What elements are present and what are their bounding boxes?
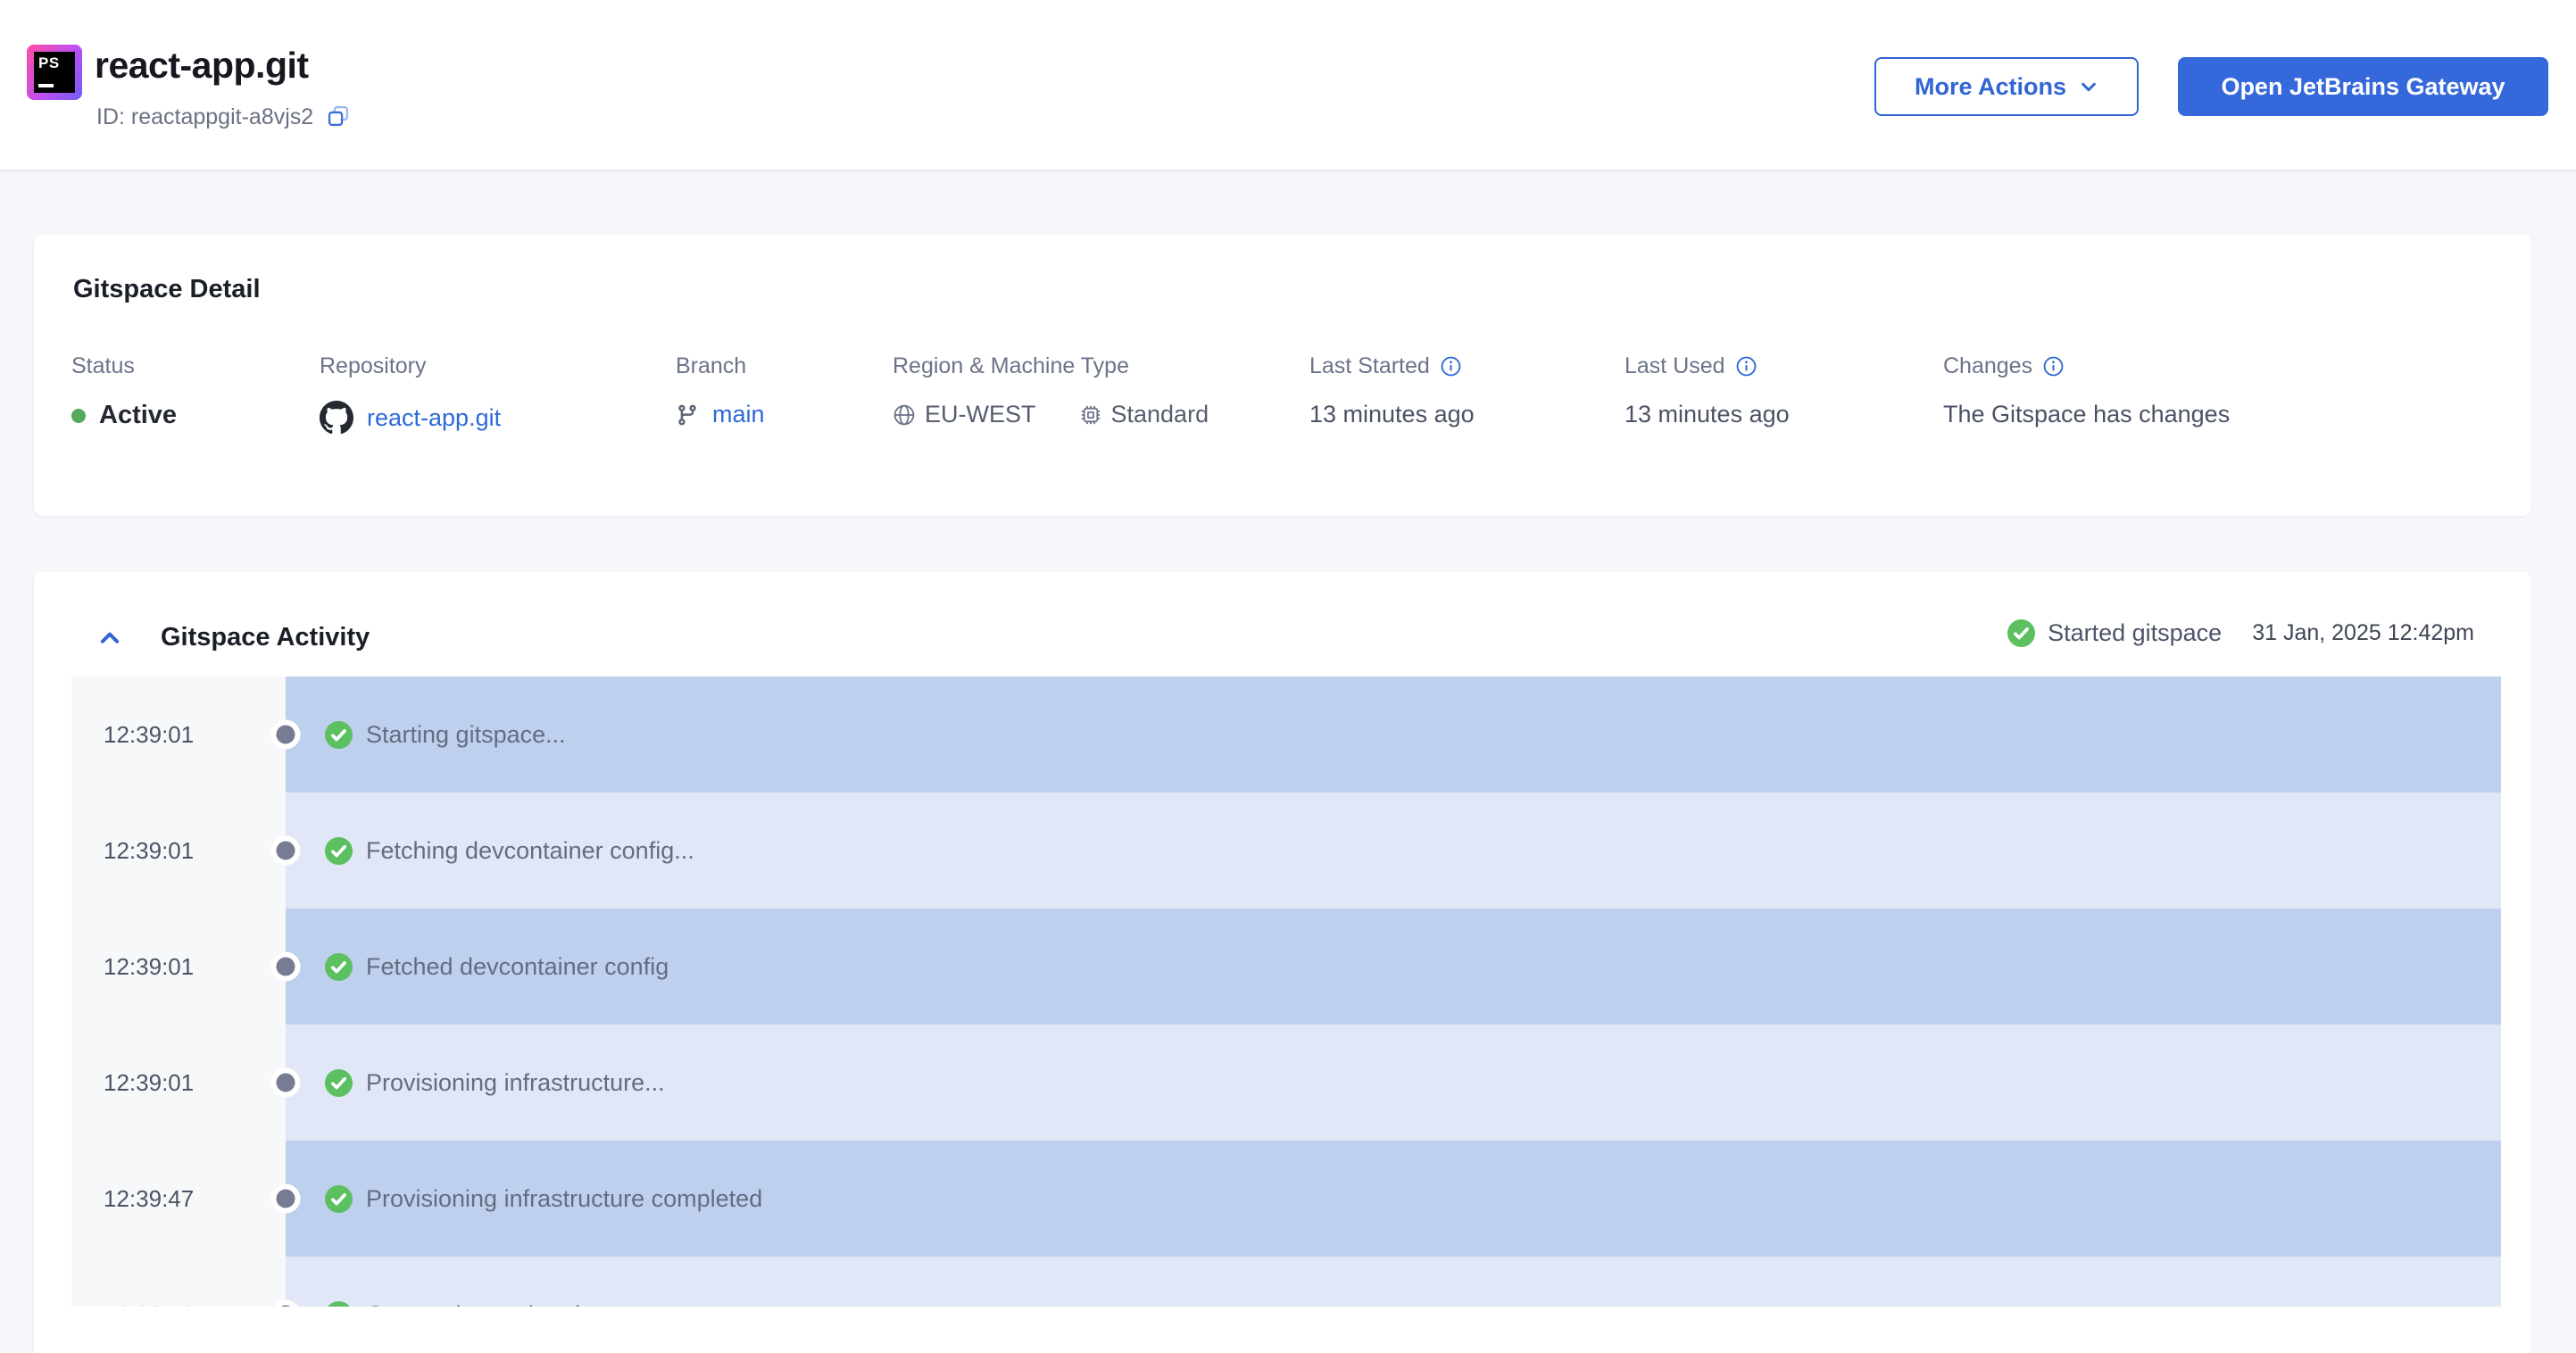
changes-value: The Gitspace has changes [1943,401,2231,427]
log-timestamp: 12:39:01 [104,720,195,748]
success-check-icon [2007,619,2036,647]
open-jetbrains-gateway-label: Open JetBrains Gateway [2221,72,2505,100]
gitspace-detail-page: PS react-app.git ID: reactappgit-a8vjs2 … [0,0,2576,1353]
gitspace-detail-title: Gitspace Detail [73,275,261,303]
log-message: Provisioning infrastructure... [366,1068,665,1096]
info-icon[interactable] [1736,356,1757,377]
log-timestamp: 12:39:48 [104,1301,194,1307]
success-check-icon [325,952,353,981]
activity-log-scroll-area[interactable]: 12:39:01 Starting gitspace... 12:39:01 F… [71,676,2501,1307]
timeline-dot-icon [270,1183,301,1214]
timeline-dot-icon [270,951,301,982]
activity-timestamp: 31 Jan, 2025 12:42pm [2252,620,2474,645]
gitspace-detail-card: Gitspace Detail Status Active Repository… [34,234,2531,516]
log-row: 12:39:01 Fetching devcontainer config... [71,793,2501,909]
success-check-icon [325,720,353,749]
log-row: 12:39:48 Connecting to the gitspace agen… [71,1257,2501,1307]
last-used-value: 13 minutes ago [1625,401,1790,427]
gitspace-activity-card: Gitspace Activity Started gitspace 31 Ja… [34,571,2531,1353]
log-message: Provisioning infrastructure completed [366,1184,763,1212]
log-timestamp: 12:39:47 [104,1184,195,1212]
activity-status-group: Started gitspace 31 Jan, 2025 12:42pm [2007,619,2474,647]
branch-label: Branch [676,353,747,378]
activity-status-text: Started gitspace [2048,619,2223,646]
timeline-dot-icon [270,719,301,750]
collapse-activity-button[interactable] [96,625,123,652]
success-check-icon [325,1068,353,1097]
success-check-icon [325,1184,353,1213]
status-value: Active [99,401,178,429]
info-icon[interactable] [2043,356,2064,377]
gitspace-id-text: ID: reactappgit-a8vjs2 [96,104,314,129]
log-row: 12:39:01 Provisioning infrastructure... [71,1025,2501,1141]
branch-column: Branch main [676,353,765,428]
log-message: Fetched devcontainer config [366,952,669,980]
status-column: Status Active [71,353,177,430]
branch-link[interactable]: main [712,401,765,428]
changes-column: Changes The Gitspace has changes [1943,353,2230,428]
repository-column: Repository react-app.git [320,353,501,435]
success-check-icon [325,1300,353,1307]
last-used-column: Last Used 13 minutes ago [1625,353,1790,428]
chevron-up-icon [96,625,123,652]
copy-id-button[interactable] [326,104,351,131]
log-timestamp: 12:39:01 [104,1068,195,1096]
page-title: react-app.git [95,45,309,86]
log-timestamp: 12:39:01 [104,952,195,980]
log-row: 12:39:01 Fetched devcontainer config [71,909,2501,1025]
log-timestamp: 12:39:01 [104,836,195,864]
phpstorm-logo-text: PS [38,54,60,71]
log-message: Connecting to the gitspace agent [366,1301,719,1307]
status-label: Status [71,353,135,378]
log-row: 12:39:47 Provisioning infrastructure com… [71,1141,2501,1257]
chevron-down-icon [2079,77,2098,96]
last-started-value: 13 minutes ago [1309,401,1475,427]
last-started-label: Last Started [1309,353,1430,378]
more-actions-button[interactable]: More Actions [1874,57,2139,116]
region-value: EU-WEST [925,401,1036,427]
log-message: Starting gitspace... [366,720,566,748]
phpstorm-logo-bar [38,84,54,87]
changes-label: Changes [1943,353,2033,378]
info-icon[interactable] [1441,356,1461,377]
timeline-dot-icon [270,835,301,866]
region-machine-column: Region & Machine Type EU-WEST Standard [893,353,1209,428]
top-header-bar: PS react-app.git ID: reactappgit-a8vjs2 … [0,0,2576,171]
machine-type-value: Standard [1110,401,1209,427]
copy-icon [326,104,351,131]
log-row: 12:39:01 Starting gitspace... [71,676,2501,793]
gitspace-activity-title: Gitspace Activity [161,623,370,652]
last-used-label: Last Used [1625,353,1725,378]
open-jetbrains-gateway-button[interactable]: Open JetBrains Gateway [2178,57,2548,116]
repository-link[interactable]: react-app.git [367,404,501,432]
gitspace-id-row: ID: reactappgit-a8vjs2 [96,104,351,131]
repository-label: Repository [320,353,427,378]
machine-chip-icon [1079,403,1102,427]
globe-icon [893,403,916,427]
timeline-dot-icon [270,1067,301,1098]
log-message: Fetching devcontainer config... [366,836,694,864]
more-actions-label: More Actions [1914,72,2066,100]
last-started-column: Last Started 13 minutes ago [1309,353,1475,428]
phpstorm-logo-icon: PS [27,45,82,100]
region-machine-label: Region & Machine Type [893,353,1129,378]
github-icon [320,401,353,435]
active-status-dot-icon [71,408,86,423]
git-branch-icon [676,403,699,427]
success-check-icon [325,836,353,865]
